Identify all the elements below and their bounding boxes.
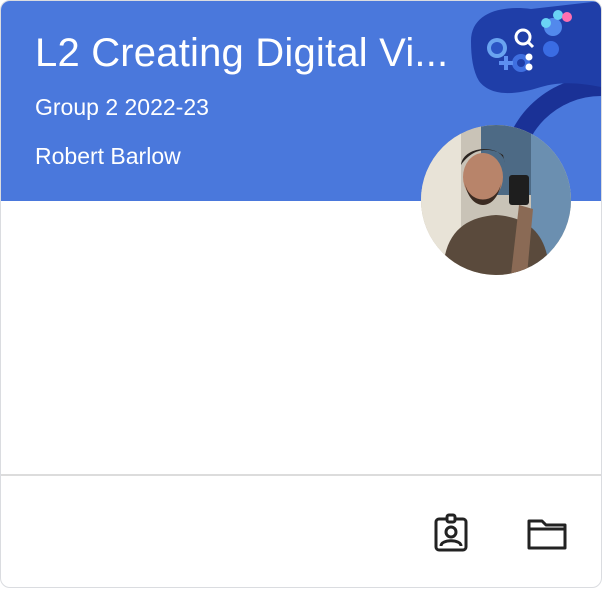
- folder-icon: [527, 519, 567, 550]
- class-section: Group 2 2022-23: [35, 94, 209, 120]
- class-title[interactable]: L2 Creating Digital Vi...: [35, 31, 485, 76]
- class-folder-button[interactable]: [523, 509, 571, 557]
- card-divider: [1, 474, 601, 476]
- class-card[interactable]: L2 Creating Digital Vi... Group 2 2022-2…: [0, 0, 602, 588]
- assignment-ind-icon: [434, 513, 468, 552]
- teacher-name: Robert Barlow: [35, 143, 181, 169]
- teacher-avatar: [421, 125, 571, 275]
- your-work-button[interactable]: [427, 509, 475, 557]
